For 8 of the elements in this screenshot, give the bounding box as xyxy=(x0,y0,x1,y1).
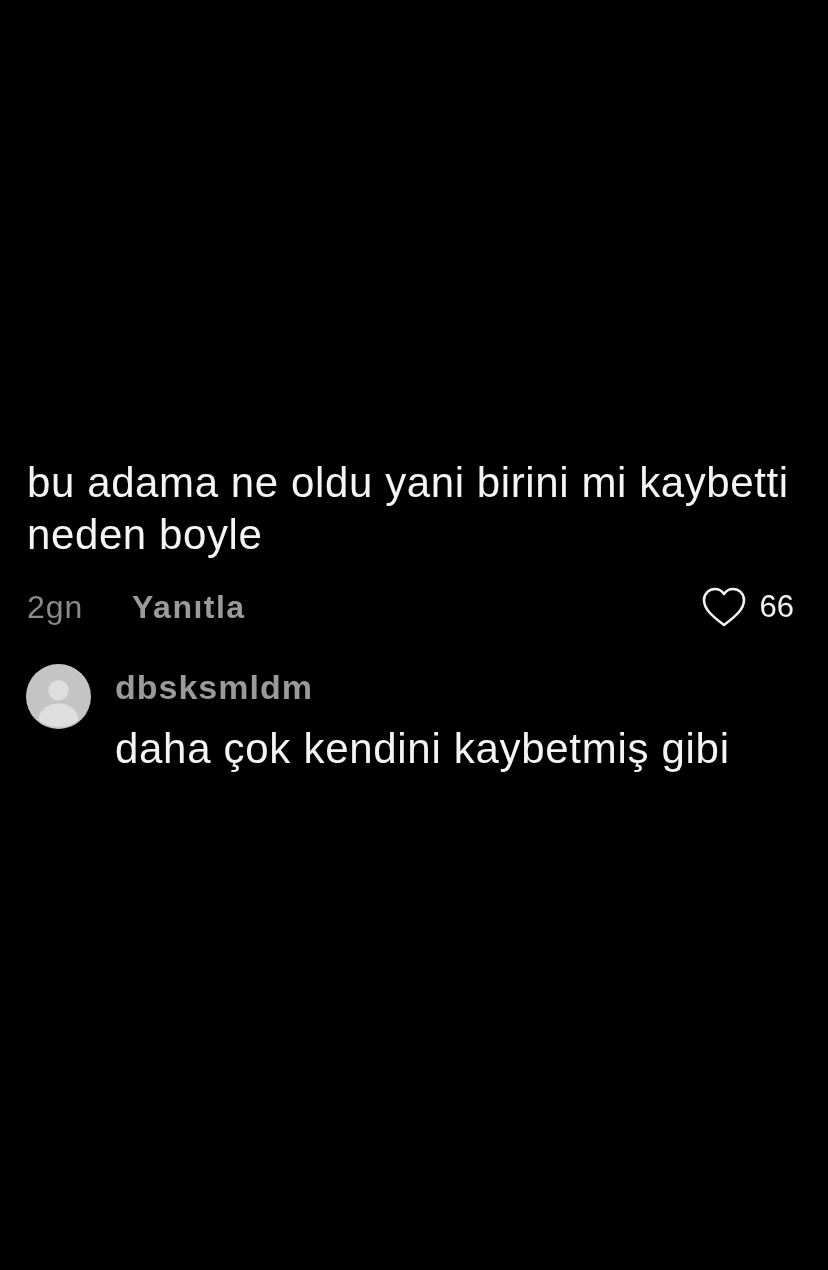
comment-time: 2gn xyxy=(27,588,85,627)
reply-text: daha çok kendini kaybetmiş gibi xyxy=(115,725,730,773)
comment-text: bu adama ne oldu yani birini mi kaybetti neden boyle xyxy=(27,458,790,560)
heart-icon[interactable] xyxy=(701,587,746,627)
avatar-icon[interactable] xyxy=(26,664,91,729)
reply-username[interactable]: dbsksmldm xyxy=(115,669,730,705)
like-count: 66 xyxy=(759,587,794,626)
reply-button[interactable]: Yanıtla xyxy=(132,583,246,631)
